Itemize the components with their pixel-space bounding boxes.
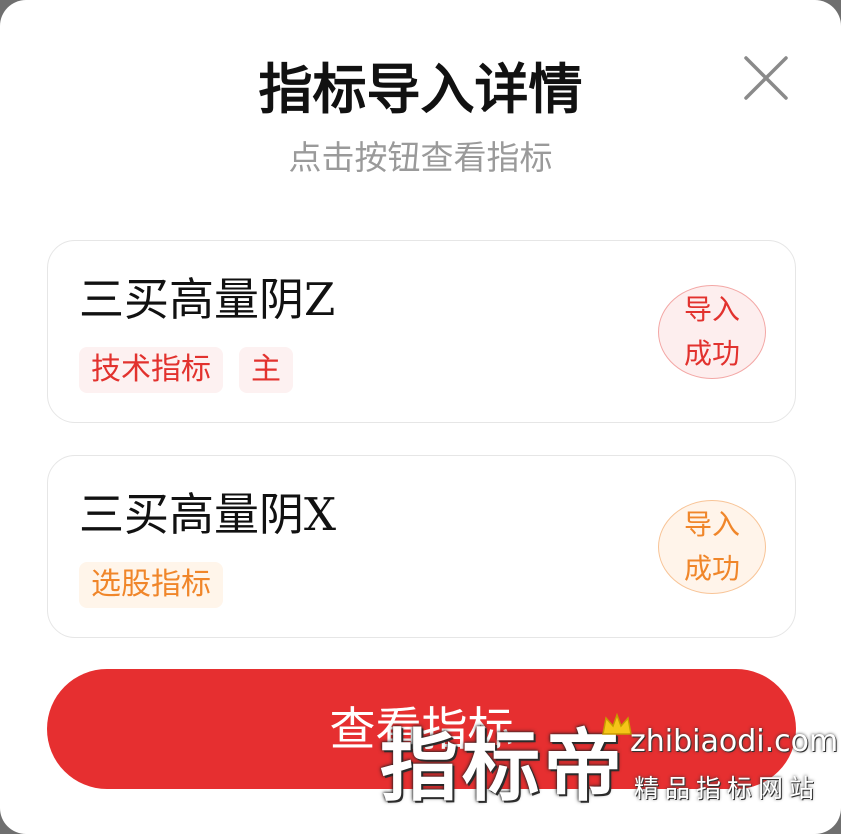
indicator-card[interactable]: 三买高量阴X 选股指标 导入 成功	[47, 455, 796, 638]
indicator-name: 三买高量阴Z	[79, 273, 336, 326]
tag-main: 主	[239, 347, 293, 393]
indicator-tags: 选股指标	[79, 562, 223, 608]
tag-technical-indicator: 技术指标	[79, 347, 223, 393]
view-indicators-button[interactable]: 查看指标	[47, 669, 796, 789]
indicator-card[interactable]: 三买高量阴Z 技术指标 主 导入 成功	[47, 240, 796, 423]
import-success-stamp: 导入 成功	[658, 500, 766, 594]
indicator-tags: 技术指标 主	[79, 347, 293, 393]
stamp-line-2: 成功	[683, 337, 740, 370]
indicator-name: 三买高量阴X	[79, 488, 337, 541]
stamp-line-1: 导入	[683, 508, 740, 541]
stamp-line-1: 导入	[683, 293, 740, 326]
import-details-dialog: 指标导入详情 点击按钮查看指标 三买高量阴Z 技术指标 主 导入 成功 三买高量…	[0, 0, 841, 834]
dialog-subtitle: 点击按钮查看指标	[288, 138, 553, 177]
stamp-line-2: 成功	[683, 552, 740, 585]
import-success-stamp: 导入 成功	[658, 285, 766, 379]
tag-stock-picking-indicator: 选股指标	[79, 562, 223, 608]
dialog-title: 指标导入详情	[258, 58, 583, 121]
